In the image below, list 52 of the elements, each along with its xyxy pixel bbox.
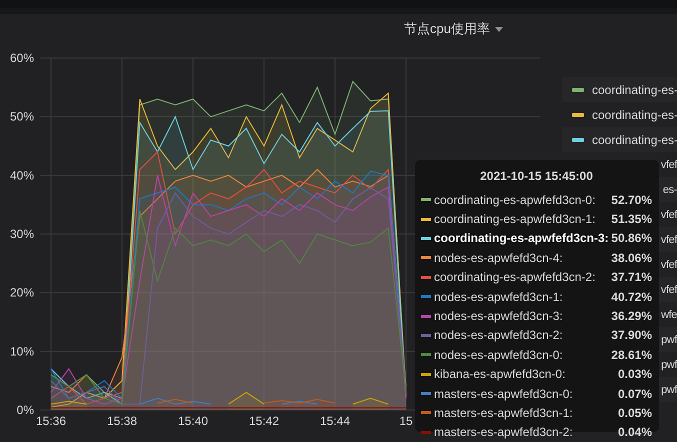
series-name: nodes-es-apwfefd3cn-0: <box>434 348 563 362</box>
legend-label[interactable]: pwf <box>661 384 677 396</box>
series-value: 37.71% <box>611 270 652 284</box>
axis-label: 15:42 <box>248 414 280 428</box>
series-value: 52.70% <box>611 192 652 207</box>
legend-label[interactable]: vfef <box>660 158 677 170</box>
axis-label: 15:44 <box>320 414 350 428</box>
axis-label: 20% <box>10 286 34 300</box>
legend-label[interactable]: pwf <box>661 334 677 346</box>
series-value: 50.86% <box>611 231 652 246</box>
axis-label: 15:36 <box>36 414 66 428</box>
legend-label[interactable]: vfef <box>660 208 677 220</box>
series-value: 36.29% <box>611 309 652 324</box>
legend-label[interactable]: vfef <box>660 258 677 270</box>
series-name: nodes-es-apwfefd3cn-3: <box>434 309 563 324</box>
series-name: nodes-es-apwfefd3cn-4: <box>434 250 563 265</box>
legend-label[interactable]: vfef <box>660 284 677 296</box>
series-name: nodes-es-apwfefd3cn-2: <box>434 328 563 342</box>
series-name: masters-es-apwfefd3cn-0: <box>434 386 573 401</box>
axis-label: 60% <box>10 51 34 65</box>
series-name: coordinating-es-apwfefd3cn-1: <box>434 212 596 226</box>
tooltip-title: 2021-10-15 15:45:00 <box>479 168 594 185</box>
axis-label: 15:38 <box>106 414 138 428</box>
legend-label[interactable]: wfe <box>661 308 677 320</box>
legend-label[interactable]: vfef <box>660 234 677 246</box>
legend-label[interactable]: pwf <box>661 358 677 370</box>
panel-title[interactable]: 节点cpu使用率 <box>404 20 490 38</box>
series-name: kibana-es-apwfefd3cn-0: <box>434 367 566 382</box>
axis-label: 30% <box>10 227 34 241</box>
axis-label: 15:40 <box>178 414 208 428</box>
axis-label: 40% <box>10 168 34 182</box>
series-value: 37.90% <box>611 328 652 342</box>
series-name: masters-es-apwfefd3cn-2: <box>434 425 573 440</box>
axis-label: 10% <box>10 344 34 358</box>
series-name: coordinating-es-apwfefd3cn-3: <box>434 231 609 246</box>
legend-label[interactable]: es- <box>662 184 677 196</box>
series-value: 40.72% <box>611 290 652 304</box>
series-name: nodes-es-apwfefd3cn-1: <box>434 290 563 304</box>
axis-label: 50% <box>10 110 34 124</box>
series-value: 0.07% <box>618 386 652 401</box>
series-value: 38.06% <box>611 250 652 265</box>
axis-label: 0% <box>16 403 34 417</box>
series-name: masters-es-apwfefd3cn-1: <box>434 406 573 420</box>
caret-icon[interactable] <box>494 26 503 32</box>
series-value: 0.04% <box>618 425 652 440</box>
series-name: coordinating-es-apwfefd3cn-2: <box>434 270 596 284</box>
series-value: 28.61% <box>611 348 652 362</box>
series-value: 0.03% <box>618 367 652 382</box>
series-value: 51.35% <box>611 212 652 226</box>
series-value: 0.05% <box>618 406 652 420</box>
series-name: coordinating-es-apwfefd3cn-0: <box>434 192 596 207</box>
axis-label: 15 <box>399 414 413 428</box>
